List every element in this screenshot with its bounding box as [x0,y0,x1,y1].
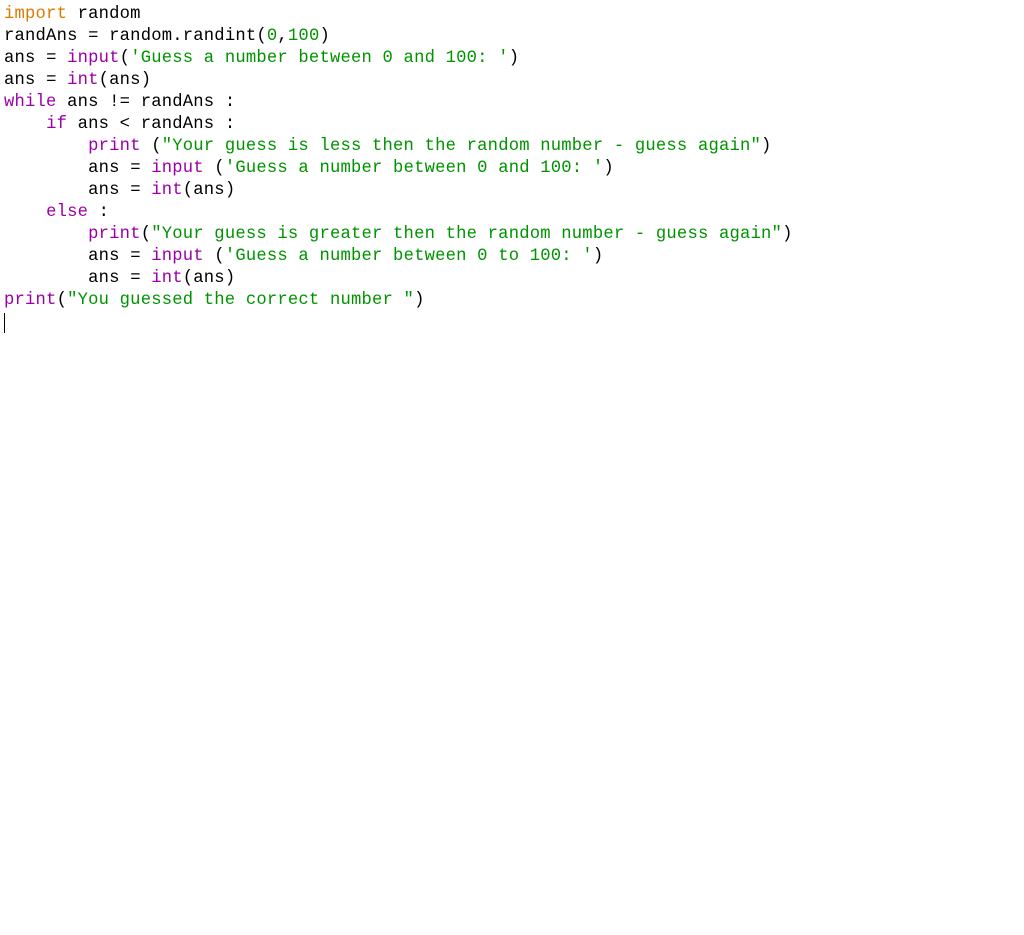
token-keyword_import: import [4,5,67,24]
token-punct [4,225,88,244]
cursor [4,313,5,332]
token-punct: ( [204,159,225,178]
token-identifier: ans [4,71,46,90]
token-builtin: int [151,181,183,200]
code-line: ans = int(ans) [4,181,235,200]
token-identifier: ans [109,71,141,90]
token-punct: ) [603,159,614,178]
token-identifier: randAns [141,115,225,134]
token-identifier: ans [88,247,130,266]
token-punct: = [46,71,67,90]
token-punct: = [130,181,151,200]
token-identifier: random [67,5,141,24]
token-punct: != [109,93,141,112]
code-editor[interactable]: import random randAns = random.randint(0… [0,0,1024,334]
token-punct: ) [141,71,152,90]
token-identifier: ans [193,181,225,200]
token-identifier: ans [88,159,130,178]
token-identifier: ans [88,181,130,200]
token-number: 0 [267,27,278,46]
token-punct: ( [141,225,152,244]
token-number: 100 [288,27,320,46]
token-punct: ) [782,225,793,244]
token-string: 'Guess a number between 0 and 100: ' [225,159,604,178]
token-punct [4,137,88,156]
token-identifier: randAns [4,27,88,46]
token-punct: = [130,159,151,178]
code-line: while ans != randAns : [4,93,235,112]
token-punct: < [120,115,141,134]
token-identifier: ans [88,269,130,288]
code-line: print("You guessed the correct number ") [4,291,425,310]
token-string: "Your guess is greater then the random n… [151,225,782,244]
token-identifier: ans [67,115,120,134]
token-builtin: print [88,137,141,156]
token-punct [4,247,88,266]
token-punct [4,203,46,222]
token-punct [4,269,88,288]
code-line: ans = input('Guess a number between 0 an… [4,49,519,68]
token-punct: . [172,27,183,46]
token-punct: ) [225,181,236,200]
code-line: if ans < randAns : [4,115,235,134]
token-punct [4,181,88,200]
code-line: ans = int(ans) [4,269,235,288]
token-punct: = [130,247,151,266]
token-punct: : [225,115,236,134]
token-punct [4,159,88,178]
token-keyword_flow: while [4,93,57,112]
token-punct: ( [57,291,68,310]
token-keyword_flow: else [46,203,88,222]
token-builtin: int [151,269,183,288]
token-punct [4,115,46,134]
token-builtin: input [67,49,120,68]
token-punct: ) [761,137,772,156]
code-line: ans = input ('Guess a number between 0 a… [4,159,614,178]
token-punct: = [46,49,67,68]
token-punct: ( [183,269,194,288]
token-identifier: ans [57,93,110,112]
token-punct: ( [204,247,225,266]
token-builtin: print [88,225,141,244]
code-line: import random [4,5,141,24]
token-punct: ( [141,137,162,156]
token-string: 'Guess a number between 0 and 100: ' [130,49,509,68]
code-line: else : [4,203,109,222]
code-line: print("Your guess is greater then the ra… [4,225,793,244]
token-punct: ( [120,49,131,68]
token-string: "Your guess is less then the random numb… [162,137,761,156]
token-punct: ) [225,269,236,288]
token-string: 'Guess a number between 0 to 100: ' [225,247,593,266]
token-punct: ) [509,49,520,68]
token-keyword_flow: if [46,115,67,134]
token-identifier: random [109,27,172,46]
token-builtin: input [151,247,204,266]
code-line: ans = input ('Guess a number between 0 t… [4,247,603,266]
token-punct: = [130,269,151,288]
token-punct: ) [593,247,604,266]
token-builtin: int [67,71,99,90]
token-punct: ) [414,291,425,310]
token-punct: , [277,27,288,46]
token-punct: = [88,27,109,46]
token-identifier: ans [193,269,225,288]
token-punct: ) [319,27,330,46]
code-line: ans = int(ans) [4,71,151,90]
token-punct: ( [183,181,194,200]
token-punct: ( [99,71,110,90]
token-string: "You guessed the correct number " [67,291,414,310]
code-line: randAns = random.randint(0,100) [4,27,330,46]
token-punct: : [225,93,236,112]
token-punct: ( [256,27,267,46]
token-builtin: input [151,159,204,178]
token-identifier: randAns [141,93,225,112]
token-builtin: print [4,291,57,310]
token-identifier: randint [183,27,257,46]
code-line: print ("Your guess is less then the rand… [4,137,772,156]
token-punct: : [88,203,109,222]
token-identifier: ans [4,49,46,68]
